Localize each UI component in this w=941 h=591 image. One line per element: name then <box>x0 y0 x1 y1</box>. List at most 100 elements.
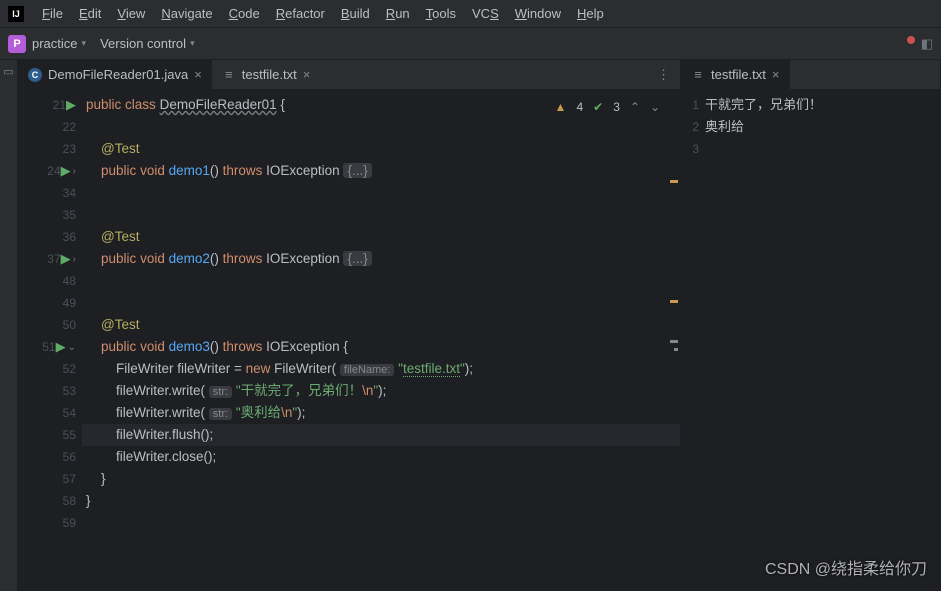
menu-code[interactable]: Code <box>221 3 268 24</box>
menu-help[interactable]: Help <box>569 3 612 24</box>
tab-testfile.txt[interactable]: ≡ testfile.txt × <box>212 60 321 90</box>
run-gutter-icon[interactable]: ▶ <box>61 251 71 267</box>
watermark: CSDN @绕指柔给你刀 <box>765 555 927 579</box>
settings-icon[interactable]: ◧ <box>921 36 933 52</box>
fold-icon[interactable]: › <box>73 254 76 265</box>
code-line[interactable]: fileWriter.close(); <box>82 446 680 468</box>
editor-left: CDemoFileReader01.java×≡testfile.txt× ⋮ … <box>18 60 681 591</box>
line-number: 3 <box>681 138 705 160</box>
project-tool-icon[interactable]: ▭ <box>2 64 16 78</box>
menu-refactor[interactable]: Refactor <box>268 3 333 24</box>
line-number: 57 <box>52 472 76 486</box>
warning-count: 4 <box>576 96 583 118</box>
text-line[interactable] <box>705 138 940 160</box>
code-line[interactable] <box>82 204 680 226</box>
version-control-selector[interactable]: Version control▾ <box>100 36 195 51</box>
line-number: 36 <box>52 230 76 244</box>
menu-tools[interactable]: Tools <box>418 3 464 24</box>
close-tab-icon[interactable]: × <box>772 67 780 82</box>
line-number: 50 <box>52 318 76 332</box>
code-line[interactable]: public void demo2() throws IOException {… <box>82 248 680 270</box>
line-number: 37 <box>37 252 61 266</box>
code-line[interactable] <box>82 182 680 204</box>
ide-logo: IJ <box>8 6 24 22</box>
text-gutter: 123 <box>681 90 705 591</box>
code-line[interactable]: } <box>82 468 680 490</box>
code-line[interactable] <box>82 512 680 534</box>
code-content[interactable]: ▲4 ✔3 ⌃ ⌄ public class DemoFileReader01 … <box>82 90 680 591</box>
run-gutter-icon[interactable]: ▶ <box>61 163 71 179</box>
code-line[interactable]: @Test <box>82 314 680 336</box>
menu-run[interactable]: Run <box>378 3 418 24</box>
line-number: 51 <box>32 340 56 354</box>
line-number: 23 <box>52 142 76 156</box>
code-line[interactable] <box>82 270 680 292</box>
code-line[interactable] <box>82 292 680 314</box>
line-number: 35 <box>52 208 76 222</box>
menu-navigate[interactable]: Navigate <box>153 3 220 24</box>
line-number: 49 <box>52 296 76 310</box>
close-tab-icon[interactable]: × <box>194 67 202 82</box>
chevron-down-icon: ▾ <box>190 38 195 49</box>
tool-window-rail: ▭ <box>0 60 18 591</box>
mark[interactable] <box>674 348 678 351</box>
code-line[interactable]: FileWriter fileWriter = new FileWriter( … <box>82 358 680 380</box>
ok-count: 3 <box>613 96 620 118</box>
text-content[interactable]: 干就完了，兄弟们！奥利给 <box>705 90 940 591</box>
menu-bar: IJ FileEditViewNavigateCodeRefactorBuild… <box>0 0 941 28</box>
code-line[interactable]: fileWriter.flush(); <box>82 424 680 446</box>
menu-build[interactable]: Build <box>333 3 378 24</box>
error-stripe[interactable] <box>668 90 680 591</box>
next-highlight-icon[interactable]: ⌄ <box>650 96 660 118</box>
tab-label: testfile.txt <box>242 67 297 82</box>
status-icon[interactable] <box>907 36 915 44</box>
prev-highlight-icon[interactable]: ⌃ <box>630 96 640 118</box>
line-number: 55 <box>52 428 76 442</box>
fold-icon[interactable]: ⌄ <box>68 342 76 353</box>
tab-label: DemoFileReader01.java <box>48 67 188 82</box>
line-number: 54 <box>52 406 76 420</box>
editor-right: ≡testfile.txt× 123 干就完了，兄弟们！奥利给 <box>681 60 941 591</box>
menu-vcs[interactable]: VCS <box>464 3 507 24</box>
toolbar-right: ◧ <box>907 36 933 52</box>
code-editor[interactable]: 21▶222324▶›34353637▶›48495051▶⌄525354555… <box>18 90 680 591</box>
run-gutter-icon[interactable]: ▶ <box>66 97 76 113</box>
code-line[interactable]: } <box>82 490 680 512</box>
line-number: 1 <box>681 94 705 116</box>
menu-edit[interactable]: Edit <box>71 3 109 24</box>
toolbar: P practice▾ Version control▾ ◧ <box>0 28 941 60</box>
line-number: 2 <box>681 116 705 138</box>
fold-icon[interactable]: › <box>73 166 76 177</box>
text-editor[interactable]: 123 干就完了，兄弟们！奥利给 <box>681 90 940 591</box>
menu-file[interactable]: File <box>34 3 71 24</box>
line-number: 48 <box>52 274 76 288</box>
tab-bar-right: ≡testfile.txt× <box>681 60 940 90</box>
inspection-widget[interactable]: ▲4 ✔3 ⌃ ⌄ <box>551 94 664 120</box>
menu-view[interactable]: View <box>109 3 153 24</box>
code-line[interactable]: public void demo1() throws IOException {… <box>82 160 680 182</box>
close-tab-icon[interactable]: × <box>303 67 311 82</box>
text-line[interactable]: 干就完了，兄弟们！ <box>705 94 940 116</box>
caret-mark[interactable] <box>670 340 678 343</box>
code-line[interactable]: fileWriter.write( str: "干就完了，兄弟们！\n"); <box>82 380 680 402</box>
text-file-icon: ≡ <box>222 68 236 82</box>
code-line[interactable]: public void demo3() throws IOException { <box>82 336 680 358</box>
tab-testfile.txt[interactable]: ≡testfile.txt× <box>681 60 790 90</box>
code-line[interactable]: @Test <box>82 226 680 248</box>
text-line[interactable]: 奥利给 <box>705 116 940 138</box>
code-line[interactable]: fileWriter.write( str: "奥利给\n"); <box>82 402 680 424</box>
chevron-down-icon: ▾ <box>82 38 87 49</box>
menu-window[interactable]: Window <box>507 3 569 24</box>
tab-DemoFileReader01.java[interactable]: CDemoFileReader01.java× <box>18 60 212 90</box>
code-line[interactable]: @Test <box>82 138 680 160</box>
project-selector[interactable]: practice▾ <box>32 36 86 51</box>
tab-actions-icon[interactable]: ⋮ <box>647 67 680 83</box>
line-number: 34 <box>52 186 76 200</box>
tab-label: testfile.txt <box>711 67 766 82</box>
run-gutter-icon[interactable]: ▶ <box>56 339 66 355</box>
warning-mark[interactable] <box>670 300 678 303</box>
line-number: 22 <box>52 120 76 134</box>
warning-mark[interactable] <box>670 180 678 183</box>
ok-icon: ✔ <box>593 96 603 118</box>
line-number: 53 <box>52 384 76 398</box>
